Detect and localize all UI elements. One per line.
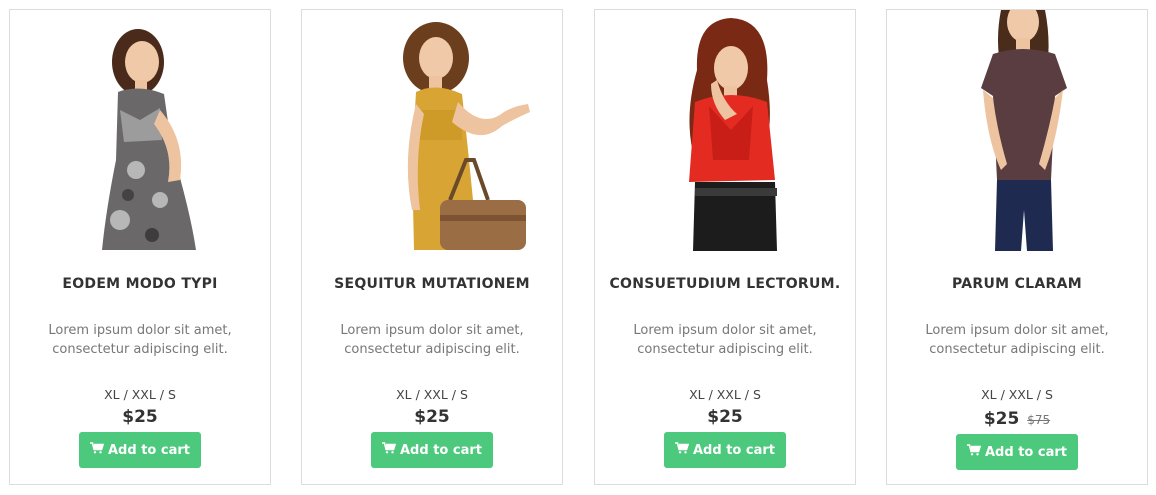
- product-image[interactable]: [625, 10, 825, 251]
- add-to-cart-button[interactable]: Add to cart: [956, 434, 1078, 470]
- shopping-cart-icon: [675, 442, 690, 458]
- add-to-cart-button[interactable]: Add to cart: [371, 432, 493, 468]
- product-card: PARUM CLARAM Lorem ipsum dolor sit amet,…: [886, 9, 1148, 485]
- shopping-cart-icon: [90, 442, 105, 458]
- product-sizes: XL / XXL / S: [981, 387, 1053, 402]
- add-to-cart-label: Add to cart: [985, 444, 1067, 460]
- product-description: Lorem ipsum dolor sit amet, consectetur …: [48, 323, 232, 357]
- product-grid: EODEM MODO TYPI Lorem ipsum dolor sit am…: [0, 0, 1156, 495]
- add-to-cart-button[interactable]: Add to cart: [664, 432, 786, 468]
- product-card: CONSUETUDIUM LECTORUM. Lorem ipsum dolor…: [594, 9, 856, 485]
- product-name[interactable]: SEQUITUR MUTATIONEM: [302, 276, 562, 292]
- product-price: $25: [595, 407, 855, 427]
- add-to-cart-label: Add to cart: [693, 442, 775, 458]
- product-image[interactable]: [332, 10, 532, 251]
- product-sizes: XL / XXL / S: [104, 387, 176, 402]
- shopping-cart-icon: [382, 442, 397, 458]
- product-price: $25: [10, 407, 270, 427]
- add-to-cart-button[interactable]: Add to cart: [79, 432, 201, 468]
- current-price: $25: [414, 407, 450, 427]
- product-description: Lorem ipsum dolor sit amet, consectetur …: [925, 323, 1109, 357]
- current-price: $25: [707, 407, 743, 427]
- product-price: $25 $75: [887, 409, 1147, 429]
- current-price: $25: [983, 409, 1020, 429]
- current-price: $25: [122, 407, 158, 427]
- shopping-cart-icon: [967, 444, 982, 460]
- add-to-cart-label: Add to cart: [400, 442, 482, 458]
- product-description: Lorem ipsum dolor sit amet, consectetur …: [633, 323, 817, 357]
- product-sizes: XL / XXL / S: [396, 387, 468, 402]
- product-card: EODEM MODO TYPI Lorem ipsum dolor sit am…: [9, 9, 271, 485]
- product-card: SEQUITUR MUTATIONEM Lorem ipsum dolor si…: [301, 9, 563, 485]
- product-name[interactable]: PARUM CLARAM: [887, 276, 1147, 292]
- product-sizes: XL / XXL / S: [689, 387, 761, 402]
- product-image[interactable]: [40, 10, 240, 251]
- product-image[interactable]: [917, 10, 1117, 251]
- product-description: Lorem ipsum dolor sit amet, consectetur …: [340, 323, 524, 357]
- add-to-cart-label: Add to cart: [108, 442, 190, 458]
- product-name[interactable]: EODEM MODO TYPI: [10, 276, 270, 292]
- product-price: $25: [302, 407, 562, 427]
- product-name[interactable]: CONSUETUDIUM LECTORUM.: [595, 276, 855, 292]
- old-price: $75: [1027, 413, 1051, 427]
